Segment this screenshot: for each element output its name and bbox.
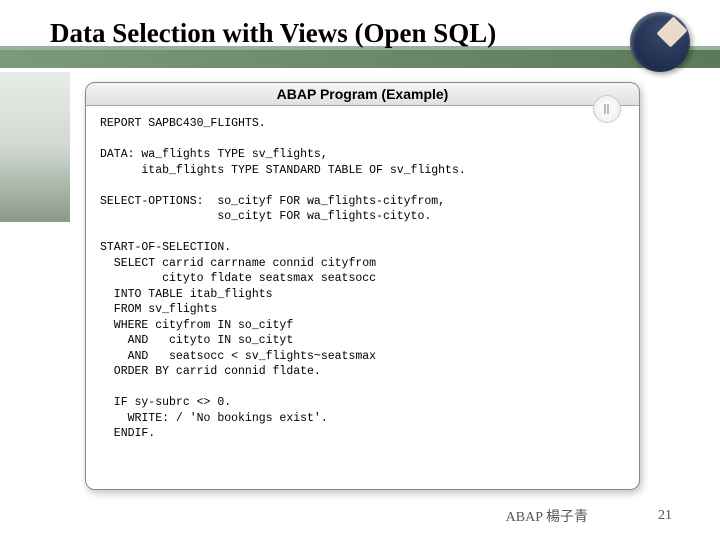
code-body: REPORT SAPBC430_FLIGHTS. DATA: wa_flight… bbox=[86, 106, 639, 452]
code-line: WRITE: / 'No bookings exist'. bbox=[100, 412, 328, 425]
code-panel: ABAP Program (Example) REPORT SAPBC430_F… bbox=[85, 82, 640, 490]
corner-graphic bbox=[630, 12, 690, 72]
panel-title: ABAP Program (Example) bbox=[277, 86, 449, 102]
code-line: FROM sv_flights bbox=[100, 303, 217, 316]
code-line: cityto fldate seatsmax seatsocc bbox=[100, 272, 376, 285]
code-line: START-OF-SELECTION. bbox=[100, 241, 231, 254]
report-doc-icon bbox=[593, 95, 621, 123]
code-line: REPORT SAPBC430_FLIGHTS. bbox=[100, 117, 266, 130]
code-line: itab_flights TYPE STANDARD TABLE OF sv_f… bbox=[100, 164, 466, 177]
code-line: AND cityto IN so_cityt bbox=[100, 334, 293, 347]
code-line: SELECT-OPTIONS: so_cityf FOR wa_flights-… bbox=[100, 195, 445, 208]
code-line: IF sy-subrc <> 0. bbox=[100, 396, 231, 409]
page-number: 21 bbox=[658, 508, 672, 524]
code-line: DATA: wa_flights TYPE sv_flights, bbox=[100, 148, 328, 161]
code-line: ENDIF. bbox=[100, 427, 155, 440]
code-line: ORDER BY carrid connid fldate. bbox=[100, 365, 321, 378]
decor-bar bbox=[0, 50, 720, 68]
panel-header: ABAP Program (Example) bbox=[86, 83, 639, 106]
code-line: AND seatsocc < sv_flights~seatsmax bbox=[100, 350, 376, 363]
code-line: WHERE cityfrom IN so_cityf bbox=[100, 319, 293, 332]
slide-title: Data Selection with Views (Open SQL) bbox=[50, 18, 496, 49]
footer-text: ABAP 楊子青 bbox=[506, 506, 588, 526]
footer: ABAP 楊子青 21 bbox=[0, 506, 720, 526]
decor-left-band bbox=[0, 72, 70, 222]
code-line: so_cityt FOR wa_flights-cityto. bbox=[100, 210, 431, 223]
code-line: SELECT carrid carrname connid cityfrom bbox=[100, 257, 376, 270]
code-line: INTO TABLE itab_flights bbox=[100, 288, 273, 301]
